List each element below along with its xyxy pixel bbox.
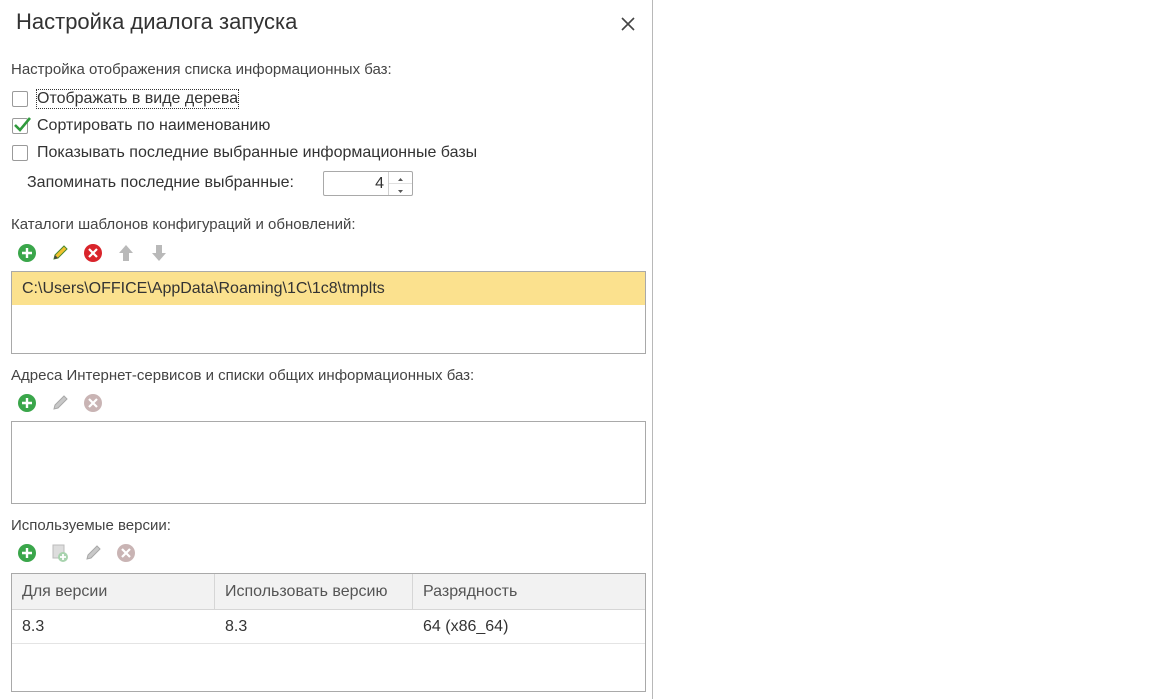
stepper-down-button[interactable] — [389, 184, 412, 195]
move-down-button[interactable] — [148, 242, 170, 264]
checkbox-sort-by-name[interactable]: Сортировать по наименованию — [12, 116, 270, 136]
copy-add-icon — [52, 544, 68, 562]
pencil-icon — [53, 395, 68, 410]
close-icon[interactable] — [618, 14, 638, 34]
checkbox-box[interactable] — [12, 145, 28, 161]
edit-version-button[interactable] — [82, 542, 104, 564]
stepper-value: 4 — [375, 175, 384, 192]
checkbox-show-recent[interactable]: Показывать последние выбранные информаци… — [12, 143, 477, 163]
add-icon — [18, 544, 36, 562]
arrow-down-icon — [152, 245, 166, 261]
stepper-buttons — [388, 172, 412, 195]
internet-services-list[interactable] — [11, 421, 646, 504]
checkmark-icon — [14, 117, 31, 132]
pencil-icon — [86, 545, 101, 560]
move-up-button[interactable] — [115, 242, 137, 264]
list-item[interactable]: C:\Users\OFFICE\AppData\Roaming\1C\1c8\t… — [12, 272, 645, 305]
checkbox-tree-view[interactable]: Отображать в виде дерева — [12, 89, 240, 109]
display-settings-label: Настройка отображения списка информацион… — [11, 61, 392, 78]
add-icon — [18, 394, 36, 412]
delete-service-button[interactable] — [82, 392, 104, 414]
edit-template-button[interactable] — [49, 242, 71, 264]
table-cell: 8.3 — [22, 618, 45, 635]
arrow-up-icon — [119, 245, 133, 261]
versions-table[interactable]: Для версии Использовать версию Разряднос… — [11, 573, 646, 692]
checkbox-box[interactable] — [12, 91, 28, 107]
versions-toolbar — [16, 542, 148, 564]
remember-recent-label: Запоминать последние выбранные: — [27, 174, 294, 191]
checkbox-label: Показывать последние выбранные информаци… — [37, 144, 478, 161]
checkbox-label: Отображать в виде дерева — [35, 89, 240, 109]
dialog-title: Настройка диалога запуска — [16, 9, 298, 34]
checkbox-label: Сортировать по наименованию — [37, 117, 271, 134]
delete-icon — [84, 394, 102, 412]
delete-template-button[interactable] — [82, 242, 104, 264]
copy-version-button[interactable] — [49, 542, 71, 564]
remember-recent-stepper[interactable]: 4 — [323, 171, 413, 196]
add-version-button[interactable] — [16, 542, 38, 564]
templates-list[interactable]: C:\Users\OFFICE\AppData\Roaming\1C\1c8\t… — [11, 271, 646, 354]
table-cell: 8.3 — [225, 618, 248, 635]
delete-version-button[interactable] — [115, 542, 137, 564]
column-header-bitness[interactable]: Разрядность — [413, 574, 645, 609]
internet-services-label: Адреса Интернет-сервисов и списки общих … — [11, 367, 475, 384]
internet-services-toolbar — [16, 392, 115, 414]
delete-icon — [84, 244, 102, 262]
launch-settings-dialog: Настройка диалога запуска Настройка отоб… — [0, 0, 653, 699]
caret-down-icon — [398, 190, 403, 193]
column-header-use-version[interactable]: Использовать версию — [215, 574, 413, 609]
column-header-for-version[interactable]: Для версии — [12, 574, 215, 609]
templates-label: Каталоги шаблонов конфигураций и обновле… — [11, 216, 356, 233]
templates-toolbar — [16, 242, 181, 264]
table-cell: 64 (x86_64) — [423, 618, 509, 635]
table-row[interactable]: 8.3 8.3 64 (x86_64) — [12, 610, 645, 644]
delete-icon — [117, 544, 135, 562]
edit-service-button[interactable] — [49, 392, 71, 414]
table-header: Для версии Использовать версию Разряднос… — [12, 574, 645, 610]
add-template-button[interactable] — [16, 242, 38, 264]
stepper-up-button[interactable] — [389, 172, 412, 184]
pencil-icon — [53, 245, 68, 260]
versions-label: Используемые версии: — [11, 517, 171, 534]
add-service-button[interactable] — [16, 392, 38, 414]
add-icon — [18, 244, 36, 262]
checkbox-box[interactable] — [12, 117, 31, 134]
